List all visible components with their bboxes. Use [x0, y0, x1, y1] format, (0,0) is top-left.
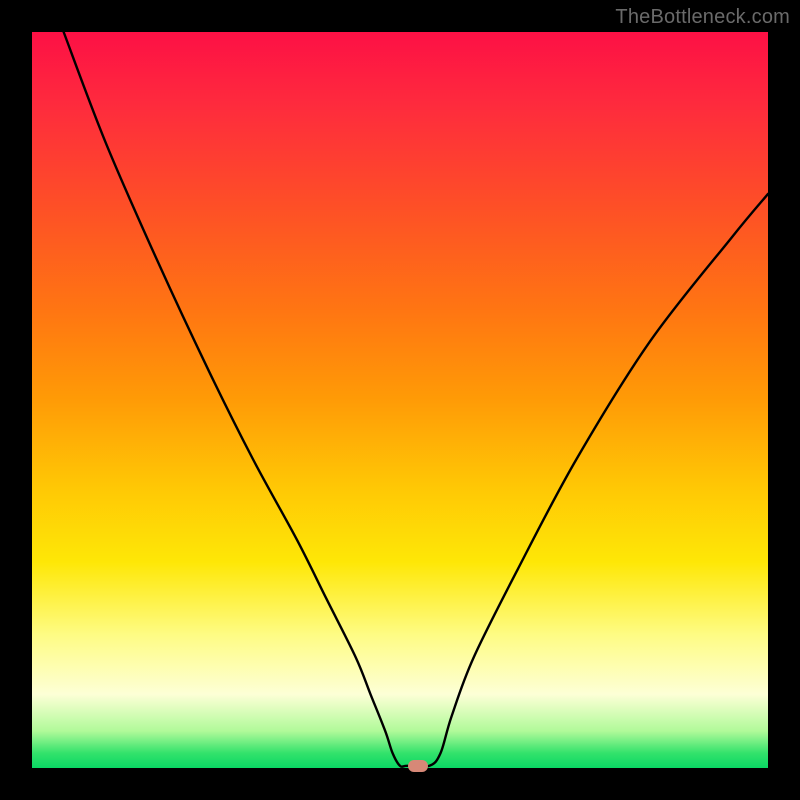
chart-frame: TheBottleneck.com	[0, 0, 800, 800]
optimal-point-marker	[408, 760, 428, 772]
plot-area	[32, 32, 768, 768]
watermark-text: TheBottleneck.com	[615, 6, 790, 29]
bottleneck-curve	[32, 32, 768, 768]
